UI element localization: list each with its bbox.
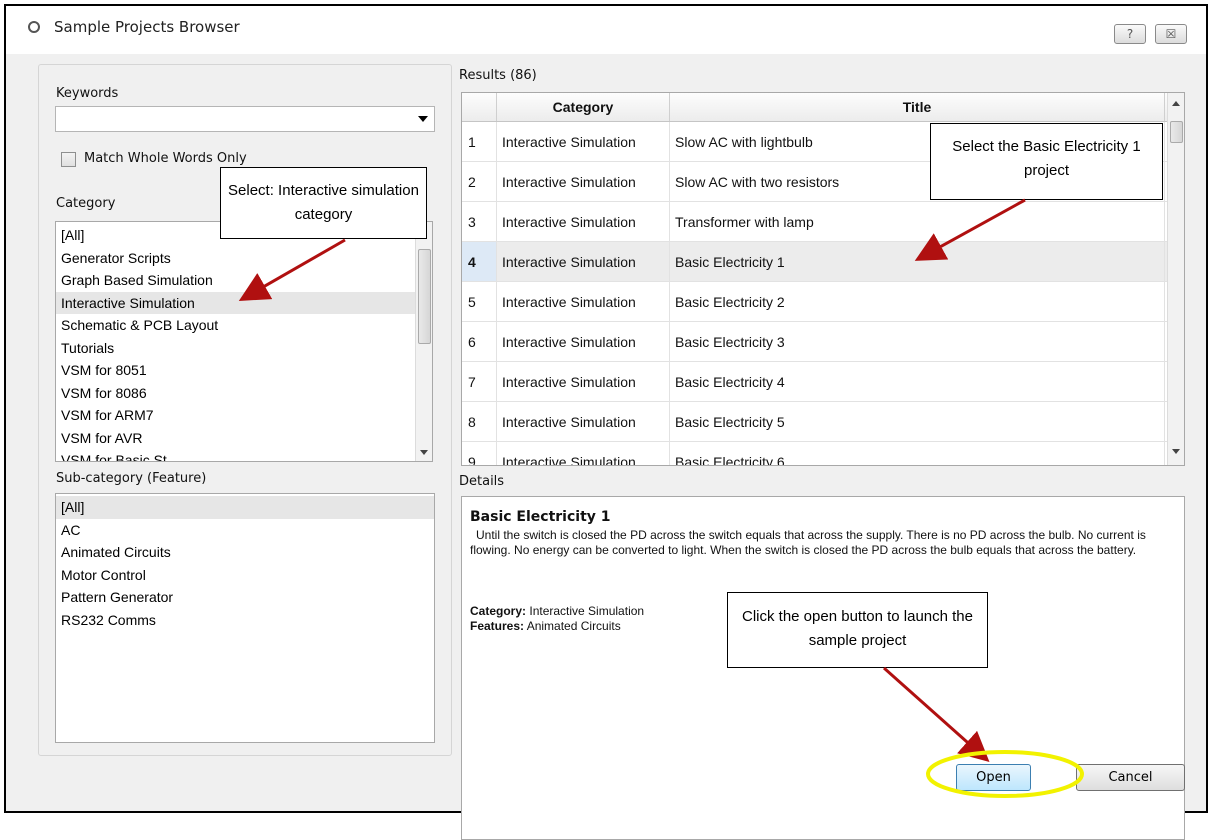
callout-category: Select: Interactive simulation category [220,167,427,239]
match-whole-words-label: Match Whole Words Only [84,151,247,166]
category-cell[interactable]: Interactive Simulation [496,321,670,362]
row-number-cell[interactable]: 7 [462,361,497,402]
table-row[interactable]: 9 Interactive Simulation Basic Electricity… [462,441,1184,465]
subcategory-label: Sub-category (Feature) [56,471,207,486]
title-bar: Sample Projects Browser ? ☒ [6,6,1206,54]
title-cell[interactable]: Basic Electricity 5 [669,401,1165,442]
callout-open: Click the open button to launch the samp… [727,592,988,668]
category-item[interactable]: Graph Based Simulation [56,269,432,292]
results-header-row: Category Title [462,93,1184,122]
row-number-cell[interactable]: 8 [462,401,497,442]
title-cell[interactable]: Basic Electricity 3 [669,321,1165,362]
category-cell[interactable]: Interactive Simulation [496,401,670,442]
category-scrollbar[interactable] [415,222,432,461]
row-number-cell[interactable]: 3 [462,201,497,242]
open-button[interactable]: Open [956,764,1031,791]
close-button[interactable]: ☒ [1155,24,1187,44]
table-row[interactable]: 6 Interactive Simulation Basic Electricity… [462,321,1184,362]
cancel-button[interactable]: Cancel [1076,764,1185,791]
table-row[interactable]: 8 Interactive Simulation Basic Electricity… [462,401,1184,442]
window-title: Sample Projects Browser [54,18,240,36]
keywords-combobox[interactable] [55,106,435,132]
details-label: Details [459,474,505,489]
callout-project: Select the Basic Electricity 1 project [930,123,1163,200]
details-heading: Basic Electricity 1 [470,509,611,525]
app-icon [28,21,40,33]
subcategory-item[interactable]: AC [56,519,434,542]
details-category-value: Interactive Simulation [529,604,645,618]
category-cell[interactable]: Interactive Simulation [496,201,670,242]
category-cell[interactable]: Interactive Simulation [496,121,670,162]
keywords-input[interactable] [59,108,403,132]
row-number-header [462,93,497,122]
column-header-category[interactable]: Category [496,93,670,122]
table-row[interactable]: 7 Interactive Simulation Basic Electricity… [462,361,1184,402]
category-item[interactable]: VSM for ARM7 [56,404,432,427]
chevron-down-icon[interactable] [418,116,428,122]
match-whole-words-checkbox[interactable] [61,152,76,167]
scroll-down-icon[interactable] [420,450,428,455]
subcategory-item[interactable]: [All] [56,496,434,519]
category-cell[interactable]: Interactive Simulation [496,281,670,322]
subcategory-item[interactable]: RS232 Comms [56,609,434,632]
subcategory-item[interactable]: Pattern Generator [56,586,434,609]
keywords-label: Keywords [56,86,119,101]
title-cell[interactable]: Basic Electricity 6 [669,441,1165,465]
results-scrollbar[interactable] [1167,93,1184,465]
category-item[interactable]: Generator Scripts [56,247,432,270]
category-item[interactable]: VSM for Basic St... [56,449,432,461]
help-button[interactable]: ? [1114,24,1146,44]
title-cell[interactable]: Basic Electricity 1 [669,241,1165,282]
title-cell[interactable]: Basic Electricity 4 [669,361,1165,402]
subcategory-item[interactable]: Animated Circuits [56,541,434,564]
category-item[interactable]: Interactive Simulation [56,291,432,314]
category-cell[interactable]: Interactive Simulation [496,161,670,202]
row-number-cell[interactable]: 2 [462,161,497,202]
subcategory-list[interactable]: [All] AC Animated Circuits Motor Control Pat… [55,493,435,743]
results-label: Results (86) [459,68,537,83]
category-label: Category [56,196,116,211]
category-item[interactable]: VSM for AVR [56,427,432,450]
category-item[interactable]: Schematic & PCB Layout [56,314,432,337]
subcategory-item[interactable]: Motor Control [56,564,434,587]
category-cell[interactable]: Interactive Simulation [496,241,670,282]
title-cell[interactable]: Basic Electricity 2 [669,281,1165,322]
table-row[interactable]: 4 Interactive Simulation Basic Electricity… [462,241,1184,282]
category-cell[interactable]: Interactive Simulation [496,441,670,465]
table-row[interactable]: 5 Interactive Simulation Basic Electricity… [462,281,1184,322]
row-number-cell[interactable]: 1 [462,121,497,162]
category-list[interactable]: [All] Generator Scripts Graph Based Simula… [55,221,433,462]
category-scroll-thumb[interactable] [418,249,431,344]
row-number-cell[interactable]: 4 [462,241,497,282]
scroll-up-icon[interactable] [1172,101,1180,106]
details-features-label: Features: [470,619,525,633]
category-item[interactable]: VSM for 8051 [56,359,432,382]
details-category-label: Category: [470,604,527,618]
row-number-cell[interactable]: 9 [462,441,497,465]
table-row[interactable]: 3 Interactive Simulation Transformer with … [462,201,1184,242]
category-cell[interactable]: Interactive Simulation [496,361,670,402]
category-item[interactable]: VSM for 8086 [56,382,432,405]
details-category-line: Category: Interactive Simulation [470,604,644,618]
details-features-value: Animated Circuits [526,619,621,633]
results-scroll-thumb[interactable] [1170,121,1183,143]
scroll-down-icon[interactable] [1172,449,1180,454]
title-cell[interactable]: Transformer with lamp [669,201,1165,242]
row-number-cell[interactable]: 6 [462,321,497,362]
column-header-title[interactable]: Title [669,93,1165,122]
category-item[interactable]: Tutorials [56,337,432,360]
row-number-cell[interactable]: 5 [462,281,497,322]
details-features-line: Features: Animated Circuits [470,619,621,633]
details-body: Until the switch is closed the PD across… [470,528,1146,557]
